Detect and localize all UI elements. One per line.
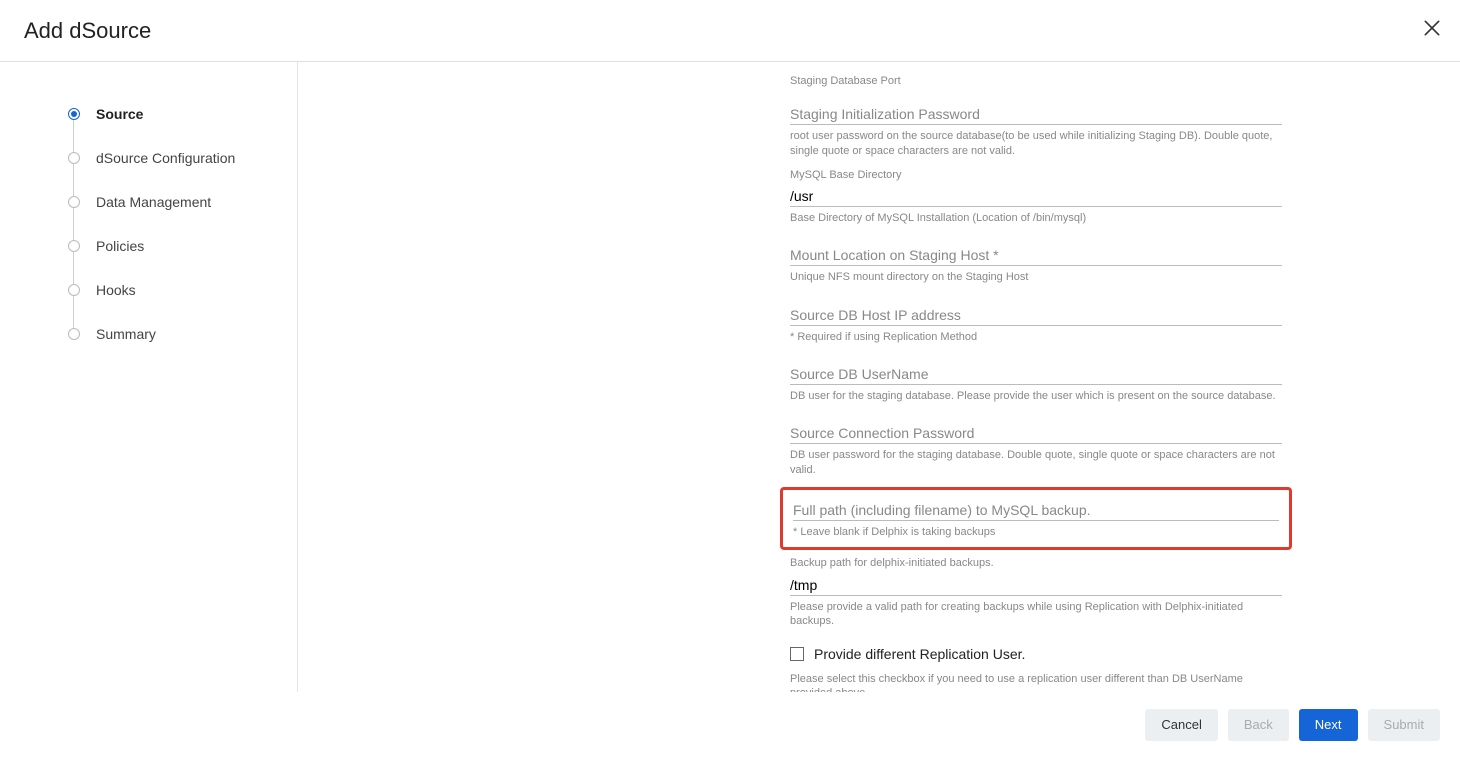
field-source-username: DB user for the staging database. Please… (790, 362, 1282, 403)
step-dsource-configuration[interactable]: dSource Configuration (68, 136, 297, 180)
field-help: * Leave blank if Delphix is taking backu… (793, 525, 1279, 539)
field-help: DB user password for the staging databas… (790, 448, 1282, 477)
step-label: Policies (96, 238, 144, 254)
field-help: Staging Database Port (790, 74, 1282, 88)
source-username-input[interactable] (790, 362, 1282, 385)
mysql-base-input[interactable] (790, 184, 1282, 207)
backup-path-input[interactable] (793, 498, 1279, 521)
field-staging-port: Staging Database Port (790, 74, 1282, 88)
field-replication-user: Provide different Replication User. Plea… (790, 646, 1282, 692)
field-source-ip: * Required if using Replication Method (790, 303, 1282, 344)
step-label: dSource Configuration (96, 150, 235, 166)
step-dot-icon (68, 284, 80, 296)
wizard-sidebar: Source dSource Configuration Data Manage… (0, 62, 298, 692)
dialog-header: Add dSource (0, 0, 1460, 62)
step-label: Hooks (96, 282, 136, 298)
field-help: Base Directory of MySQL Installation (Lo… (790, 211, 1282, 225)
mount-location-input[interactable] (790, 243, 1282, 266)
submit-button[interactable]: Submit (1368, 709, 1440, 741)
field-help: DB user for the staging database. Please… (790, 389, 1282, 403)
step-dot-icon (68, 152, 80, 164)
close-icon (1422, 18, 1442, 38)
field-label: Backup path for delphix-initiated backup… (790, 556, 1282, 570)
field-help: Please provide a valid path for creating… (790, 600, 1282, 629)
field-mount-location: Unique NFS mount directory on the Stagin… (790, 243, 1282, 284)
step-policies[interactable]: Policies (68, 224, 297, 268)
delphix-backup-input[interactable] (790, 573, 1282, 596)
form-main: Staging Database Port root user password… (298, 62, 1460, 692)
field-delphix-backup-path: Backup path for delphix-initiated backup… (790, 556, 1282, 628)
source-connection-password-input[interactable] (790, 421, 1282, 444)
step-dot-icon (68, 196, 80, 208)
step-data-management[interactable]: Data Management (68, 180, 297, 224)
step-label: Data Management (96, 194, 211, 210)
replication-user-checkbox[interactable] (790, 647, 804, 661)
step-dot-icon (68, 108, 80, 120)
wizard-footer: Cancel Back Next Submit (0, 692, 1460, 757)
field-help: * Required if using Replication Method (790, 330, 1282, 344)
cancel-button[interactable]: Cancel (1145, 709, 1217, 741)
step-label: Source (96, 106, 143, 122)
step-hooks[interactable]: Hooks (68, 268, 297, 312)
step-label: Summary (96, 326, 156, 342)
field-source-connection-password: DB user password for the staging databas… (790, 421, 1282, 477)
form-panel: Staging Database Port root user password… (790, 62, 1282, 692)
field-help: Unique NFS mount directory on the Stagin… (790, 270, 1282, 284)
replication-user-label: Provide different Replication User. (814, 646, 1025, 662)
step-dot-icon (68, 328, 80, 340)
dialog-title: Add dSource (24, 18, 151, 44)
step-list: Source dSource Configuration Data Manage… (0, 92, 297, 356)
field-help: root user password on the source databas… (790, 129, 1282, 158)
next-button[interactable]: Next (1299, 709, 1358, 741)
field-mysql-base: MySQL Base Directory Base Directory of M… (790, 168, 1282, 226)
field-staging-init-password: root user password on the source databas… (790, 102, 1282, 158)
step-dot-icon (68, 240, 80, 252)
field-label: MySQL Base Directory (790, 168, 1282, 182)
field-help: Please select this checkbox if you need … (790, 672, 1282, 692)
step-source[interactable]: Source (68, 92, 297, 136)
step-summary[interactable]: Summary (68, 312, 297, 356)
close-button[interactable] (1422, 18, 1442, 43)
highlighted-backup-path-field: * Leave blank if Delphix is taking backu… (780, 487, 1292, 550)
staging-init-password-input[interactable] (790, 102, 1282, 125)
back-button[interactable]: Back (1228, 709, 1289, 741)
source-ip-input[interactable] (790, 303, 1282, 326)
